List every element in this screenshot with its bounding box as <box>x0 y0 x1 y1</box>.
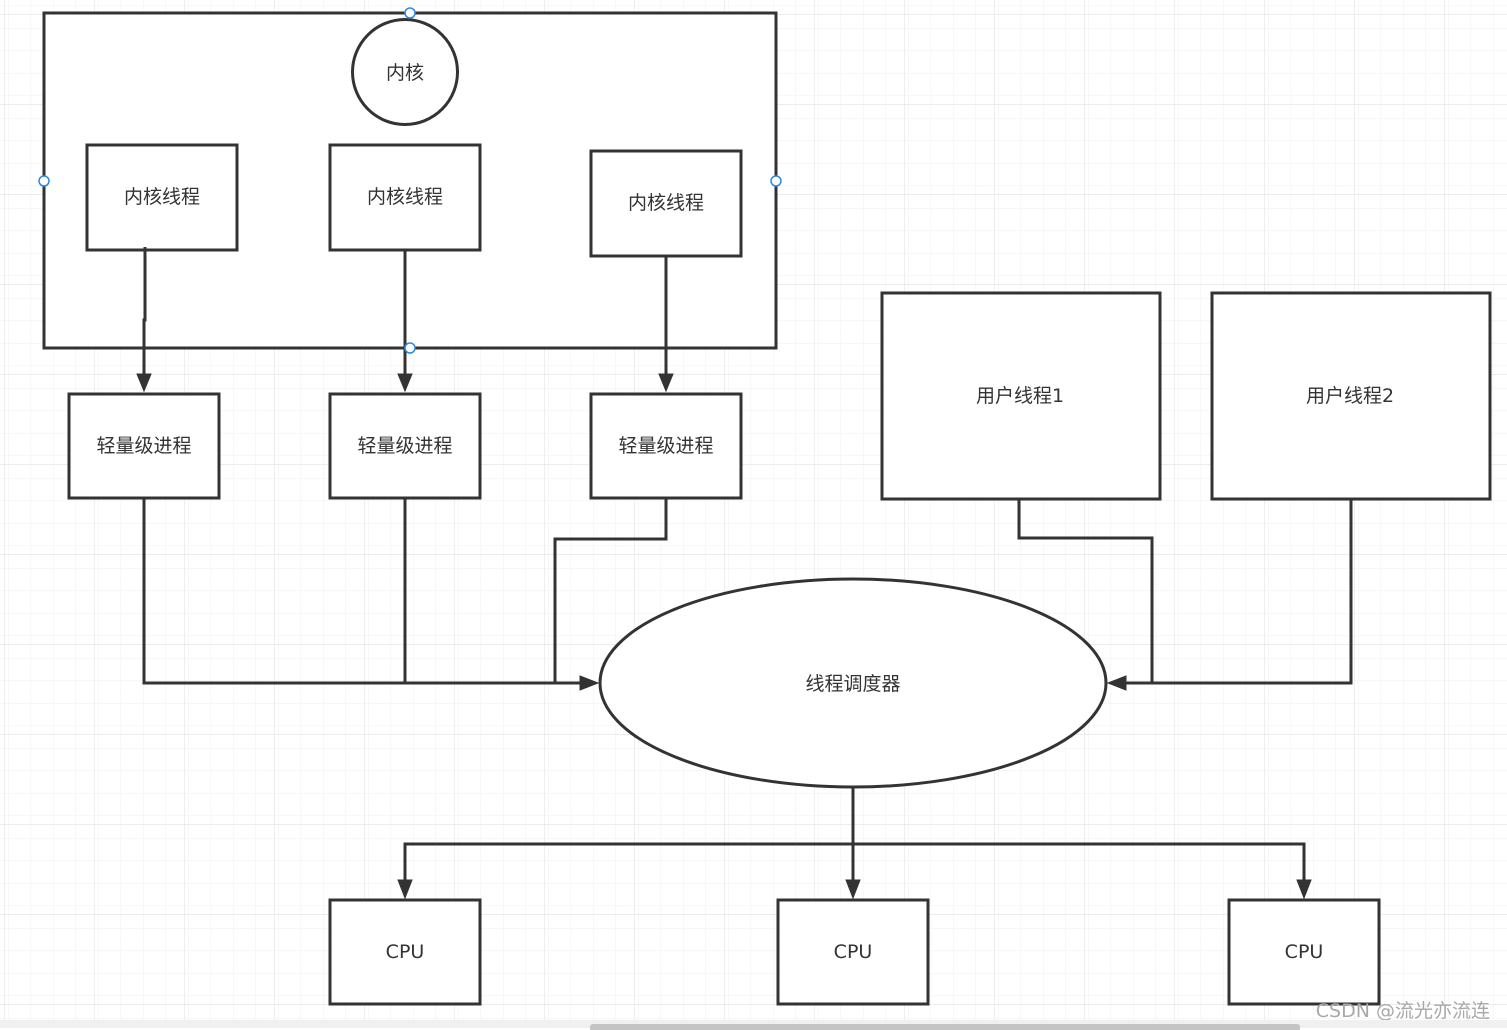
resize-handle-bottom[interactable] <box>404 342 416 354</box>
diagram-canvas[interactable]: 内核 内核线程 内核线程 内核线程 轻量级进程 轻量级进程 轻量级进程 用户线程… <box>0 0 1507 1028</box>
cpu-3[interactable]: CPU <box>1227 898 1381 1006</box>
lwp-label: 轻量级进程 <box>357 435 452 457</box>
resize-handle-left[interactable] <box>38 175 50 187</box>
kernel-node[interactable]: 内核 <box>351 18 459 126</box>
horizontal-scrollbar-thumb[interactable] <box>590 1024 1300 1030</box>
user-thread-2[interactable]: 用户线程2 <box>1210 291 1492 501</box>
scheduler-label: 线程调度器 <box>805 673 900 695</box>
kernel-thread-1[interactable]: 内核线程 <box>85 143 239 252</box>
kernel-thread-label: 内核线程 <box>367 186 443 208</box>
user-thread-label: 用户线程2 <box>1306 385 1394 407</box>
kernel-thread-2[interactable]: 内核线程 <box>328 143 482 252</box>
kernel-label: 内核 <box>386 62 424 84</box>
kernel-thread-label: 内核线程 <box>628 192 704 214</box>
resize-handle-top[interactable] <box>404 7 416 19</box>
user-thread-label: 用户线程1 <box>976 385 1064 407</box>
cpu-1[interactable]: CPU <box>328 898 482 1006</box>
cpu-2[interactable]: CPU <box>776 898 930 1006</box>
lwp-label: 轻量级进程 <box>618 435 713 457</box>
user-thread-1[interactable]: 用户线程1 <box>880 291 1162 501</box>
lwp-2[interactable]: 轻量级进程 <box>328 392 482 500</box>
lwp-label: 轻量级进程 <box>96 435 191 457</box>
cpu-label: CPU <box>834 941 873 963</box>
kernel-thread-3[interactable]: 内核线程 <box>589 149 743 258</box>
cpu-label: CPU <box>386 941 425 963</box>
lwp-3[interactable]: 轻量级进程 <box>589 392 743 500</box>
lwp-1[interactable]: 轻量级进程 <box>67 392 221 500</box>
thread-scheduler[interactable]: 线程调度器 <box>598 577 1108 789</box>
watermark: CSDN @流光亦流连 <box>1316 1000 1490 1022</box>
cpu-label: CPU <box>1285 941 1324 963</box>
kernel-thread-label: 内核线程 <box>124 186 200 208</box>
resize-handle-right[interactable] <box>770 175 782 187</box>
